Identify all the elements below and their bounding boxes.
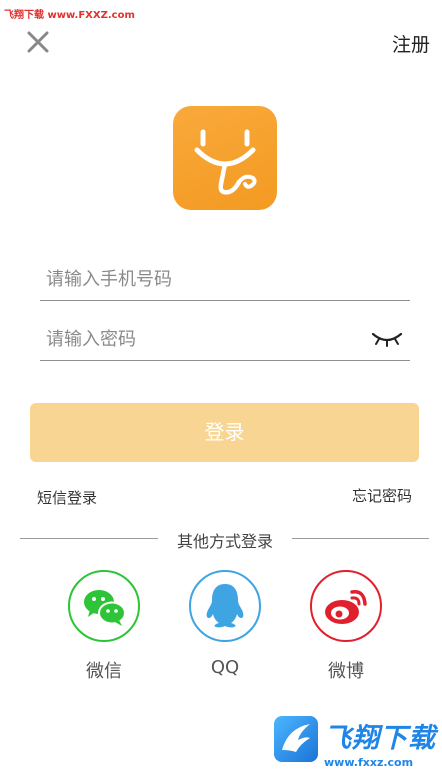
watermark-badge: 飞翔下载 www.fxxz.com xyxy=(274,716,438,776)
qq-login-button[interactable] xyxy=(189,570,261,642)
sms-login-link[interactable]: 短信登录 xyxy=(37,487,97,508)
divider-right xyxy=(292,538,429,539)
register-link[interactable]: 注册 xyxy=(392,30,430,57)
login-button[interactable]: 登录 xyxy=(30,403,419,462)
wing-icon xyxy=(282,724,310,752)
wechat-login-button[interactable] xyxy=(68,570,140,642)
qq-label: QQ xyxy=(210,657,240,678)
weibo-icon xyxy=(325,590,367,624)
forgot-password-link[interactable]: 忘记密码 xyxy=(352,485,412,506)
eye-closed-icon xyxy=(371,332,403,347)
watermark-logo-icon xyxy=(274,716,318,762)
weibo-label: 微博 xyxy=(328,661,364,682)
wechat-label: 微信 xyxy=(86,661,122,682)
divider-left xyxy=(20,538,158,539)
wechat-icon xyxy=(84,590,126,626)
stethoscope-smile-logo xyxy=(194,129,257,195)
watermark-url: www.fxxz.com xyxy=(324,756,414,769)
password-input[interactable] xyxy=(46,324,366,354)
close-icon xyxy=(27,31,49,53)
app-logo xyxy=(173,106,277,210)
watermark-title: 飞翔下载 xyxy=(324,723,436,754)
weibo-login-button[interactable] xyxy=(310,570,382,642)
other-login-title: 其他方式登录 xyxy=(176,532,273,551)
watermark-top: 飞翔下载 www.FXXZ.com xyxy=(4,10,135,21)
password-visibility-toggle[interactable] xyxy=(370,328,404,348)
phone-input[interactable] xyxy=(46,264,366,294)
close-button[interactable] xyxy=(22,26,54,58)
qq-icon xyxy=(206,584,244,628)
phone-field xyxy=(40,258,410,301)
password-field xyxy=(40,318,410,361)
